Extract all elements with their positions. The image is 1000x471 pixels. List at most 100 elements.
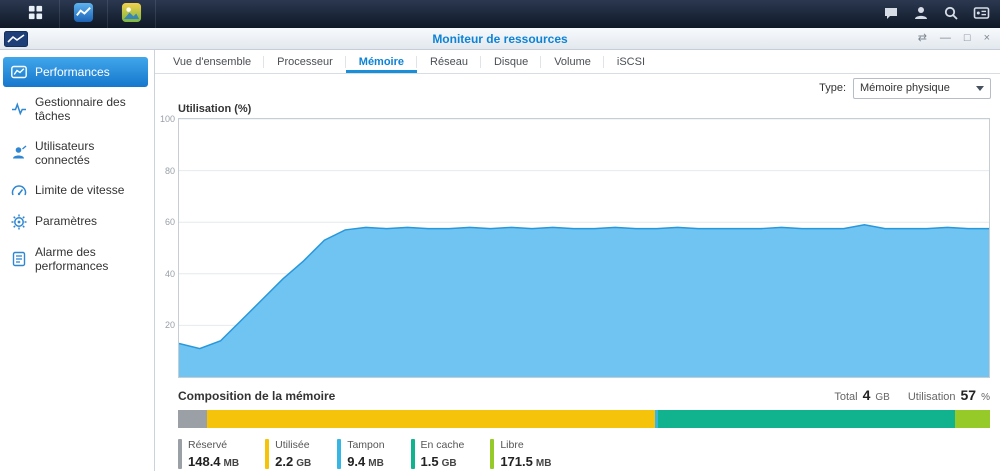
y-axis-tick-label: 20 (165, 321, 175, 330)
window-titlebar[interactable]: Moniteur de ressources ⇄ — □ × (0, 28, 1000, 50)
legend-item-reserved: Réservé 148.4MB (178, 439, 239, 469)
legend-label: Libre (500, 439, 551, 451)
y-axis-tick-label: 40 (165, 270, 175, 279)
composition-title: Composition de la mémoire (178, 389, 834, 403)
performance-chart-icon (11, 64, 27, 80)
memory-composition-bar (178, 410, 990, 428)
total-unit: GB (875, 392, 889, 403)
legend-value: 9.4 (347, 454, 365, 469)
composition-stats: Total 4 GB Utilisation 57 % (834, 387, 990, 403)
tab-memory[interactable]: Mémoire (346, 50, 417, 73)
legend-marker (178, 439, 182, 469)
legend-label: Tampon (347, 439, 384, 451)
legend-unit: MB (536, 458, 552, 469)
taskbar (0, 0, 1000, 28)
memory-type-select-value: Mémoire physique (860, 82, 950, 94)
pilot-view-card-icon (973, 5, 990, 24)
resource-monitor-window: Moniteur de ressources ⇄ — □ × Performan… (0, 28, 1000, 471)
open-app-button-media[interactable] (108, 0, 156, 28)
legend-label: Réservé (188, 439, 239, 451)
y-axis-tick-label: 80 (165, 167, 175, 176)
sidebar-item-connected-users[interactable]: Utilisateurs connectés (3, 132, 148, 175)
usage-unit: % (981, 392, 990, 403)
window-title: Moniteur de ressources (0, 32, 1000, 46)
search-button[interactable] (936, 0, 966, 28)
sidebar-item-label: Performances (35, 65, 110, 79)
media-app-icon (121, 2, 142, 26)
tab-volume[interactable]: Volume (541, 50, 604, 73)
chevron-down-icon (976, 86, 984, 91)
user-icon (913, 5, 929, 24)
tab-disk[interactable]: Disque (481, 50, 541, 73)
notifications-button[interactable] (876, 0, 906, 28)
memory-usage-chart: 20406080100 (178, 118, 990, 378)
report-list-icon (11, 251, 27, 267)
legend-marker (337, 439, 341, 469)
y-axis-tick-label: 60 (165, 218, 175, 227)
memory-type-select[interactable]: Mémoire physique (853, 78, 991, 99)
legend-item-cached: En cache 1.5GB (411, 439, 465, 469)
legend-value: 171.5 (500, 454, 533, 469)
tab-overview[interactable]: Vue d'ensemble (160, 50, 264, 73)
sidebar-item-speed-limit[interactable]: Limite de vitesse (3, 176, 148, 206)
total-label: Total (834, 391, 857, 403)
legend-label: En cache (421, 439, 465, 451)
minimize-icon[interactable]: — (940, 33, 951, 44)
usage-label: Utilisation (908, 391, 956, 403)
connected-user-icon (11, 145, 27, 161)
sidebar-item-task-manager[interactable]: Gestionnaire des tâches (3, 88, 148, 131)
detach-window-icon[interactable]: ⇄ (918, 33, 927, 44)
sidebar-item-label: Gestionnaire des tâches (35, 95, 140, 124)
memory-legend: Réservé 148.4MB Utilisée 2.2GB Tampon (178, 439, 990, 469)
gear-icon (11, 214, 27, 230)
sidebar-item-settings[interactable]: Paramètres (3, 207, 148, 237)
bar-segment-cached (658, 410, 955, 428)
maximize-icon[interactable]: □ (964, 33, 971, 44)
tab-iscsi[interactable]: iSCSI (604, 50, 658, 73)
speedometer-gauge-icon (11, 183, 27, 199)
resource-monitor-app-icon (73, 2, 94, 26)
sidebar-item-label: Alarme des performances (35, 245, 140, 274)
taskbar-left (0, 0, 156, 28)
taskbar-right (876, 0, 1000, 28)
close-icon[interactable]: × (984, 33, 990, 44)
legend-item-buffer: Tampon 9.4MB (337, 439, 384, 469)
legend-value: 1.5 (421, 454, 439, 469)
legend-marker (490, 439, 494, 469)
legend-marker (411, 439, 415, 469)
search-icon (943, 5, 959, 24)
usage-area-chart-svg (179, 119, 989, 377)
chat-bubble-icon (883, 5, 899, 24)
legend-unit: MB (368, 458, 384, 469)
bar-segment-free (955, 410, 990, 428)
open-app-button-resource-monitor[interactable] (60, 0, 108, 28)
chart-title: Utilisation (%) (178, 103, 1000, 115)
legend-label: Utilisée (275, 439, 311, 451)
memory-composition-header: Composition de la mémoire Total 4 GB Uti… (178, 387, 990, 403)
sidebar-item-label: Utilisateurs connectés (35, 139, 140, 168)
main-menu-button[interactable] (12, 0, 60, 28)
usage-value: 57 (961, 387, 977, 403)
window-controls: ⇄ — □ × (918, 33, 1000, 44)
tab-network[interactable]: Réseau (417, 50, 481, 73)
tab-cpu[interactable]: Processeur (264, 50, 346, 73)
legend-unit: MB (224, 458, 240, 469)
pilot-view-button[interactable] (966, 0, 996, 28)
user-menu-button[interactable] (906, 0, 936, 28)
legend-value: 148.4 (188, 454, 221, 469)
legend-unit: GB (296, 458, 311, 469)
legend-value: 2.2 (275, 454, 293, 469)
main-content: Vue d'ensemble Processeur Mémoire Réseau… (155, 50, 1000, 471)
sidebar-item-label: Limite de vitesse (35, 183, 124, 197)
sidebar-item-performance-alarm[interactable]: Alarme des performances (3, 238, 148, 281)
legend-marker (265, 439, 269, 469)
total-value: 4 (863, 387, 871, 403)
legend-unit: GB (442, 458, 457, 469)
sidebar-item-performances[interactable]: Performances (3, 57, 148, 87)
window-app-icon (4, 31, 28, 47)
y-axis-tick-label: 100 (160, 115, 175, 124)
bar-segment-used (207, 410, 655, 428)
sidebar-item-label: Paramètres (35, 214, 97, 228)
type-selector-row: Type: Mémoire physique (155, 74, 1000, 102)
main-menu-grid-icon (27, 4, 44, 24)
